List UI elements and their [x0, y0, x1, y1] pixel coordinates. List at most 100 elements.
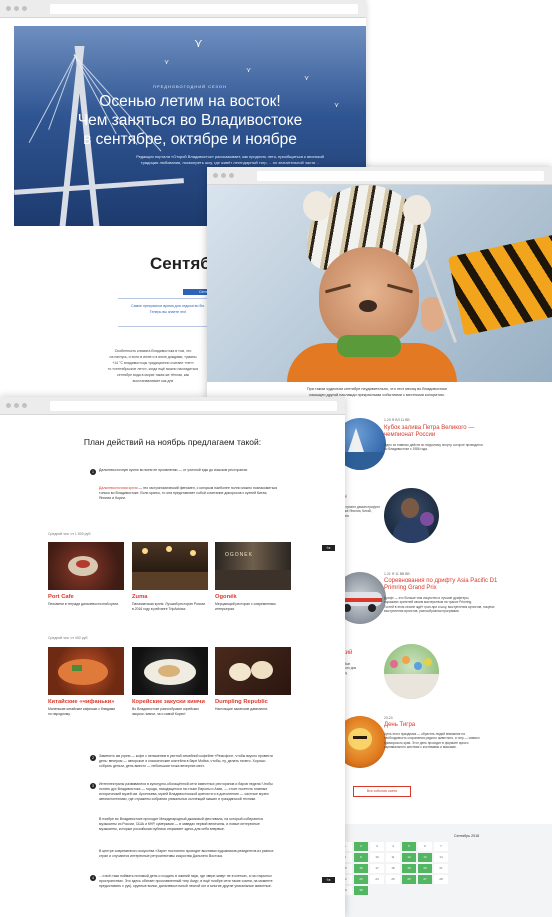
- calendar-day[interactable]: 17: [370, 864, 384, 873]
- window-dot-icon[interactable]: [213, 173, 218, 178]
- card-title[interactable]: Dumpling Republic: [215, 699, 268, 705]
- calendar-day[interactable]: 2: [354, 842, 368, 851]
- event-image-person[interactable]: [384, 488, 439, 543]
- calendar-day[interactable]: 10: [370, 853, 384, 862]
- step-1-subtext: Дальневосточная кухня — это гастрономиче…: [99, 486, 279, 501]
- calendar-day[interactable]: 14: [434, 853, 448, 862]
- window-dot-icon[interactable]: [22, 6, 27, 11]
- tiger-hat-ear: [403, 195, 431, 225]
- window-dot-icon[interactable]: [22, 403, 27, 408]
- window-dot-icon[interactable]: [14, 6, 19, 11]
- cuisine-link[interactable]: Дальневосточная кухня: [99, 486, 137, 490]
- calendar-day[interactable]: 30: [354, 886, 368, 895]
- card-description: Пельмени в тетради дальневосточной кухни…: [48, 602, 120, 606]
- calendar-day[interactable]: 19: [402, 864, 416, 873]
- event-title[interactable]: Кубок залива Петра Великого — чемпионат …: [384, 425, 474, 439]
- share-buttons[interactable]: f в: [322, 877, 335, 883]
- browser-chrome: [0, 397, 345, 415]
- event-description: Одно из главных действ по парусному спор…: [384, 443, 483, 452]
- calendar-day[interactable]: 4: [386, 842, 400, 851]
- calendar-day[interactable]: 24: [370, 875, 384, 884]
- zuma-photo[interactable]: [132, 542, 208, 590]
- card-title[interactable]: Zuma: [132, 594, 147, 600]
- port-cafe-photo[interactable]: [48, 542, 124, 590]
- step-1-text: Дальневосточную кухню во всем ее проявле…: [99, 468, 248, 472]
- calendar-day[interactable]: 23: [354, 875, 368, 884]
- ogonek-photo[interactable]: OGONEK: [215, 542, 291, 590]
- bridge-deck: [14, 178, 184, 195]
- seagull-icon: ⋎: [194, 36, 203, 50]
- article-paragraph: Особенность климата Владивостока в том, …: [107, 349, 199, 383]
- tiger-costume-child-photo: [207, 185, 552, 382]
- calendar-day[interactable]: 3: [370, 842, 384, 851]
- address-bar[interactable]: [257, 171, 544, 181]
- calendar-day[interactable]: 7: [434, 842, 448, 851]
- calendar-day[interactable]: 20: [418, 864, 432, 873]
- step-2-text: Заменить им угрем — кофе с пельменем в у…: [99, 754, 273, 768]
- card-description: Паназиатская кухня. Лучший ресторан Росс…: [132, 602, 206, 611]
- calendar-day[interactable]: 6: [418, 842, 432, 851]
- window-dot-icon[interactable]: [229, 173, 234, 178]
- child-face: [319, 247, 419, 347]
- card-title[interactable]: Корейские закуски кимчи: [132, 699, 205, 705]
- calendar-day[interactable]: 21: [434, 864, 448, 873]
- events-calendar: Сентябрь 2018 12345678910111213141516171…: [334, 824, 552, 917]
- article-window-plan: План действий на ноябрь предлагаем такой…: [0, 397, 345, 917]
- all-events-button[interactable]: Все события осени: [353, 786, 411, 797]
- highlight-quote: Самое прекрасное время для отдыха во Вл.…: [130, 304, 206, 314]
- window-dot-icon[interactable]: [6, 403, 11, 408]
- calendar-day[interactable]: 28: [434, 875, 448, 884]
- calendar-day[interactable]: 27: [418, 875, 432, 884]
- window-dot-icon[interactable]: [221, 173, 226, 178]
- calendar-day[interactable]: 12: [402, 853, 416, 862]
- chinese-cafe-photo[interactable]: [48, 647, 124, 695]
- calendar-day[interactable]: 11: [386, 853, 400, 862]
- seagull-icon: ⋎: [246, 67, 252, 74]
- window-dot-icon[interactable]: [6, 6, 11, 11]
- event-date: 1-20 Ф ВЛ 11 ВВ: [384, 418, 410, 422]
- hero-kicker: ПРЕДНОВОГОДНИЙ СЕЗОН: [153, 84, 227, 89]
- calendar-day[interactable]: 16: [354, 864, 368, 873]
- calendar-day[interactable]: 13: [418, 853, 432, 862]
- avg-check-label: Средний чек: от 1 500 руб.: [48, 532, 92, 536]
- step-number-1: 1: [90, 469, 96, 475]
- calendar-grid: 1234567891011121314151617181920212223242…: [338, 842, 448, 895]
- event-description: выступают демонстрируют также Япония, Ки…: [340, 505, 380, 518]
- hero-lead: Редакция портала «Открой Владивосток» ра…: [136, 154, 324, 165]
- browser-chrome: [207, 167, 552, 185]
- tiger-flag: [447, 234, 552, 336]
- seagull-icon: ⋎: [304, 75, 310, 82]
- address-bar[interactable]: [50, 401, 337, 411]
- event-description: Дрифт — это больше чем искусство и лучши…: [384, 596, 495, 613]
- card-title[interactable]: Port Cafe: [48, 594, 74, 600]
- window-dot-icon[interactable]: [14, 403, 19, 408]
- calendar-day[interactable]: 18: [386, 864, 400, 873]
- event-title[interactable]: День Тигра: [384, 722, 415, 729]
- card-title[interactable]: Китайские «чифаньки»: [48, 699, 114, 705]
- step-3-text: Интеллектуалы развиваются в культурно-об…: [99, 782, 273, 801]
- calendar-day[interactable]: 25: [386, 875, 400, 884]
- event-image-crowd[interactable]: [384, 644, 439, 699]
- step-number-3: 3: [90, 783, 96, 789]
- step-3-text-b: В ноябре во Владивостоке проходит Междун…: [99, 817, 263, 831]
- event-title[interactable]: Соревнования по дрифту Asia Pacific D1 P…: [384, 578, 497, 592]
- dumpling-photo[interactable]: [215, 647, 291, 695]
- calendar-day[interactable]: 9: [354, 853, 368, 862]
- tiger-hat-ear: [303, 191, 331, 221]
- event-date: 23-24: [384, 716, 393, 720]
- face-paint: [359, 300, 377, 312]
- avg-check-label: Средний чек: от 400 руб.: [48, 636, 89, 640]
- address-bar[interactable]: [50, 4, 358, 14]
- hero-title: Осенью летим на восток! Чем заняться во …: [77, 93, 303, 148]
- calendar-day[interactable]: 26: [402, 875, 416, 884]
- share-buttons[interactable]: f в: [322, 545, 335, 551]
- calendar-day[interactable]: 5: [402, 842, 416, 851]
- step-number-2: 2: [90, 755, 96, 761]
- kimchi-photo[interactable]: [132, 647, 208, 695]
- card-description: Во Владивостоке разнообразие корейских з…: [132, 707, 199, 716]
- calendar-month: Сентябрь 2018: [454, 834, 480, 838]
- plan-title: План действий на ноябрь предлагаем такой…: [83, 437, 262, 447]
- divider: [118, 298, 208, 299]
- card-title[interactable]: Ogonёk: [215, 594, 237, 600]
- card-description: Настоящие азиатские дамплинги.: [215, 707, 269, 711]
